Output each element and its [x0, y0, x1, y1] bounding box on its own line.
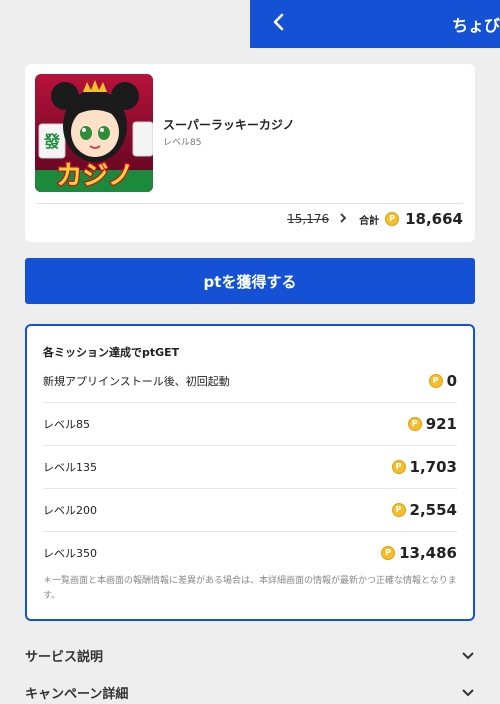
chevron-down-icon — [461, 683, 475, 702]
app-icon-text: カジノ — [56, 161, 133, 191]
accordion-campaign-details[interactable]: キャンペーン詳細 — [25, 680, 475, 704]
mission-label: レベル135 — [43, 461, 97, 474]
chevron-down-icon — [461, 646, 475, 665]
app-icon[interactable]: 發 カジノ — [35, 74, 153, 192]
divider — [43, 402, 457, 403]
mission-points-value: 0 — [446, 372, 457, 390]
mission-title: 各ミッション達成でptGET — [43, 346, 180, 359]
mission-points: P 2,554 — [391, 501, 457, 519]
old-points: 15,176 — [287, 212, 330, 226]
total-points: 18,664 — [405, 210, 463, 228]
point-coin-icon: P — [407, 417, 422, 431]
mission-points: P 0 — [428, 372, 457, 390]
back-button[interactable] — [266, 12, 290, 36]
mission-row: レベル350 P 13,486 — [43, 544, 457, 562]
accordion-label: サービス説明 — [25, 649, 104, 665]
chevron-right-icon — [339, 212, 347, 227]
mission-note: ＊一覧画面と本画面の報酬情報に差異がある場合は、本詳細画面の情報が最新かつ正確な… — [43, 576, 457, 601]
point-coin-icon: P — [385, 212, 400, 226]
mission-row: レベル200 P 2,554 — [43, 501, 457, 519]
mission-label: レベル350 — [43, 547, 97, 560]
mission-points-value: 13,486 — [399, 544, 457, 562]
chevron-left-icon — [271, 13, 285, 35]
mission-points: P 13,486 — [381, 544, 457, 562]
get-points-button[interactable]: ptを獲得する — [25, 258, 475, 304]
mission-row: 新規アプリインストール後、初回起動 P 0 — [43, 372, 457, 390]
mission-points-value: 921 — [425, 415, 457, 433]
mission-row: レベル85 P 921 — [43, 415, 457, 433]
total-label: 合計 — [359, 215, 380, 227]
divider — [43, 445, 457, 446]
mission-row: レベル135 P 1,703 — [43, 458, 457, 476]
points-summary: 15,176 合計 P 18,664 — [287, 210, 463, 228]
mission-box: 各ミッション達成でptGET 新規アプリインストール後、初回起動 P 0 レベル… — [25, 324, 475, 621]
divider — [43, 488, 457, 489]
point-coin-icon: P — [391, 460, 406, 474]
divider — [37, 203, 463, 204]
header-bar: ちょび — [250, 0, 500, 48]
svg-text:發: 發 — [43, 132, 61, 151]
accordion-label: キャンペーン詳細 — [25, 686, 129, 702]
mission-label: レベル200 — [43, 504, 97, 517]
point-coin-icon: P — [428, 374, 443, 388]
app-card: 發 カジノ スーパーラッキーカジノ レベル85 15,176 合計 P 18,6… — [25, 64, 475, 242]
divider — [43, 531, 457, 532]
app-name: スーパーラッキーカジノ — [163, 118, 295, 132]
mission-points: P 921 — [407, 415, 457, 433]
mission-label: レベル85 — [43, 418, 90, 431]
accordion-service-description[interactable]: サービス説明 — [25, 643, 475, 667]
mission-points-value: 2,554 — [409, 501, 457, 519]
point-coin-icon: P — [391, 503, 406, 517]
page-title: ちょび — [452, 16, 500, 35]
point-coin-icon: P — [381, 546, 396, 560]
app-level: レベル85 — [163, 138, 202, 148]
mission-label: 新規アプリインストール後、初回起動 — [43, 375, 230, 388]
mission-points-value: 1,703 — [409, 458, 457, 476]
mission-points: P 1,703 — [391, 458, 457, 476]
